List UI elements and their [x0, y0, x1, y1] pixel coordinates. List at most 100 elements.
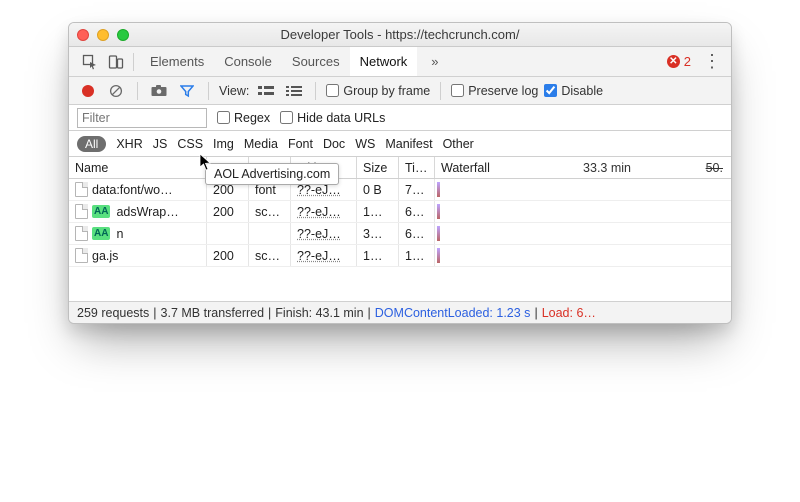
col-waterfall-label: Waterfall — [441, 161, 490, 175]
cell-waterfall — [435, 223, 731, 244]
type-doc[interactable]: Doc — [323, 137, 345, 151]
type-media[interactable]: Media — [244, 137, 278, 151]
error-count-number: 2 — [684, 54, 691, 69]
type-css[interactable]: CSS — [177, 137, 203, 151]
waterfall-bar — [437, 204, 440, 219]
status-finish: Finish: 43.1 min — [275, 306, 363, 320]
status-sep: | — [268, 306, 271, 320]
disable-cache-checkbox[interactable]: Disable — [544, 84, 603, 98]
clear-button[interactable] — [105, 80, 127, 102]
separator — [315, 82, 316, 100]
col-name[interactable]: Name — [69, 157, 207, 178]
capture-screenshots-icon[interactable] — [148, 80, 170, 102]
type-xhr[interactable]: XHR — [116, 137, 142, 151]
status-transferred: 3.7 MB transferred — [161, 306, 265, 320]
type-all[interactable]: All — [77, 136, 106, 152]
initiator-link[interactable]: ??-eJ… — [297, 205, 341, 219]
col-time[interactable]: Ti… — [399, 157, 435, 178]
initiator-link[interactable]: ??-eJ… — [297, 249, 341, 263]
hide-data-urls-checkbox[interactable]: Hide data URLs — [280, 111, 385, 125]
type-img[interactable]: Img — [213, 137, 234, 151]
window-minimize-button[interactable] — [97, 29, 109, 41]
tracker-badge: AA — [92, 227, 110, 240]
cell-size: 0 B — [357, 179, 399, 200]
waterfall-scale-2: 50. — [706, 157, 723, 178]
error-count[interactable]: ✕ 2 — [667, 54, 691, 69]
tracker-badge: AA — [92, 205, 110, 218]
filter-row: Regex Hide data URLs — [69, 105, 731, 131]
status-domcontentloaded: DOMContentLoaded: 1.23 s — [375, 306, 531, 320]
cell-type — [249, 223, 291, 244]
waterfall-bar — [437, 182, 440, 197]
tab-console[interactable]: Console — [214, 47, 282, 76]
disable-cache-input[interactable] — [544, 84, 557, 97]
resource-type-row: All XHR JS CSS Img Media Font Doc WS Man… — [69, 131, 731, 157]
view-large-icon[interactable] — [255, 80, 277, 102]
type-other[interactable]: Other — [443, 137, 474, 151]
table-row[interactable]: ga.js 200 sc… ??-eJ… 1… 1… — [69, 245, 731, 267]
view-label: View: — [219, 84, 249, 98]
regex-label: Regex — [234, 111, 270, 125]
status-sep: | — [534, 306, 537, 320]
type-ws[interactable]: WS — [355, 137, 375, 151]
tab-sources[interactable]: Sources — [282, 47, 350, 76]
disable-cache-label: Disable — [561, 84, 603, 98]
traffic-lights — [77, 29, 129, 41]
devtools-window: Developer Tools - https://techcrunch.com… — [68, 22, 732, 324]
cell-type: sc… — [249, 245, 291, 266]
group-by-frame-input[interactable] — [326, 84, 339, 97]
waterfall-bar — [437, 226, 440, 241]
status-load: Load: 6… — [542, 306, 596, 320]
preserve-log-input[interactable] — [451, 84, 464, 97]
waterfall-bar — [437, 248, 440, 263]
cell-status: 200 — [207, 201, 249, 222]
tabs-overflow-icon[interactable]: » — [421, 47, 448, 76]
col-size[interactable]: Size — [357, 157, 399, 178]
group-by-frame-checkbox[interactable]: Group by frame — [326, 84, 430, 98]
cell-name: AA n — [69, 223, 207, 244]
separator — [208, 82, 209, 100]
type-manifest[interactable]: Manifest — [385, 137, 432, 151]
settings-menu-icon[interactable]: ⋮ — [699, 51, 725, 72]
waterfall-scale-1: 33.3 min — [583, 157, 631, 178]
file-icon — [75, 204, 88, 219]
cell-type: sc… — [249, 201, 291, 222]
preserve-log-checkbox[interactable]: Preserve log — [451, 84, 538, 98]
network-table-header: Name St… Ty… Initiator Size Ti… Waterfal… — [69, 157, 731, 179]
window-close-button[interactable] — [77, 29, 89, 41]
regex-input[interactable] — [217, 111, 230, 124]
table-row[interactable]: AA adsWrap… 200 sc… ??-eJ… 1… 6… — [69, 201, 731, 223]
panel-tabs: Elements Console Sources Network » — [140, 47, 449, 76]
regex-checkbox[interactable]: Regex — [217, 111, 270, 125]
separator — [133, 53, 134, 71]
separator — [440, 82, 441, 100]
device-toolbar-icon[interactable] — [103, 49, 129, 75]
cell-initiator: ??-eJ… — [291, 223, 357, 244]
window-zoom-button[interactable] — [117, 29, 129, 41]
error-icon: ✕ — [667, 55, 680, 68]
cell-time: 6… — [399, 201, 435, 222]
cell-name: ga.js — [69, 245, 207, 266]
inspect-element-icon[interactable] — [77, 49, 103, 75]
panel-tabs-row: Elements Console Sources Network » ✕ 2 ⋮ — [69, 47, 731, 77]
status-bar: 259 requests | 3.7 MB transferred | Fini… — [69, 301, 731, 323]
filter-toggle-icon[interactable] — [176, 80, 198, 102]
status-requests: 259 requests — [77, 306, 149, 320]
type-js[interactable]: JS — [153, 137, 168, 151]
hide-data-urls-input[interactable] — [280, 111, 293, 124]
file-icon — [75, 248, 88, 263]
filter-input[interactable] — [77, 108, 207, 128]
initiator-link[interactable]: ??-eJ… — [297, 227, 341, 241]
col-waterfall[interactable]: Waterfall 33.3 min 50. — [435, 157, 731, 178]
cell-time: 7… — [399, 179, 435, 200]
view-small-icon[interactable] — [283, 80, 305, 102]
cell-initiator: ??-eJ… — [291, 201, 357, 222]
table-row[interactable]: data:font/wo… 200 font ??-eJ… 0 B 7… — [69, 179, 731, 201]
tab-elements[interactable]: Elements — [140, 47, 214, 76]
tab-network[interactable]: Network — [350, 47, 418, 76]
hide-data-urls-label: Hide data URLs — [297, 111, 385, 125]
cell-waterfall — [435, 179, 731, 200]
table-row[interactable]: AA n ??-eJ… 3… 6… — [69, 223, 731, 245]
type-font[interactable]: Font — [288, 137, 313, 151]
record-button[interactable] — [77, 80, 99, 102]
